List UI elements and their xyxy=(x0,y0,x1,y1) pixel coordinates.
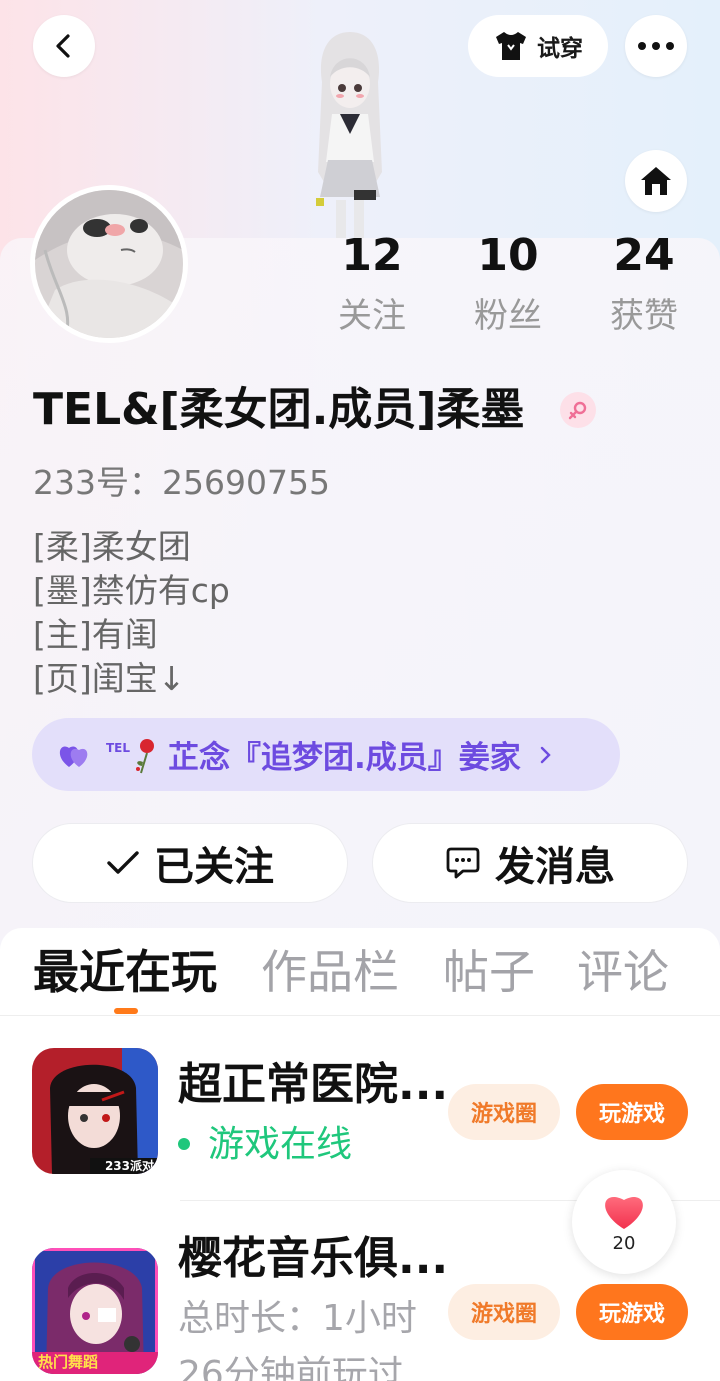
play-game-button[interactable]: 玩游戏 xyxy=(576,1084,688,1140)
game-playtime: 总时长：1小时 xyxy=(178,1298,417,1339)
game-status: 游戏在线 xyxy=(208,1124,353,1165)
tab-comments[interactable]: 评论 xyxy=(577,940,669,1004)
stat-value: 24 xyxy=(613,230,675,281)
avatar-image xyxy=(35,190,183,338)
stat-label: 粉丝 xyxy=(474,296,542,336)
stat-value: 10 xyxy=(477,230,539,281)
more-button[interactable] xyxy=(625,15,687,77)
try-on-button[interactable]: 试穿 xyxy=(468,15,608,77)
game-icon-badge: 热门舞蹈 xyxy=(38,1353,99,1371)
followed-label: 已关注 xyxy=(154,844,274,890)
home-icon xyxy=(641,167,671,195)
double-heart-icon xyxy=(59,746,88,767)
bio-line: [主]有闺 xyxy=(33,615,158,654)
game-last-played: 26分钟前玩过 xyxy=(178,1354,404,1381)
stat-following[interactable]: 12 关注 xyxy=(312,228,432,340)
rose-icon xyxy=(136,738,155,773)
online-dot xyxy=(178,1138,190,1150)
game-title[interactable]: 樱花音乐俱... xyxy=(178,1230,448,1288)
divider xyxy=(0,1015,720,1016)
heart-icon xyxy=(605,1196,643,1229)
tab-works[interactable]: 作品栏 xyxy=(261,940,399,1004)
bio-line: [页]闺宝↓ xyxy=(33,659,186,698)
try-on-label: 试穿 xyxy=(537,36,583,62)
bio-line: [墨]禁仿有cp xyxy=(33,571,230,610)
tab-recently-played[interactable]: 最近在玩 xyxy=(33,940,217,1004)
check-icon xyxy=(107,851,139,874)
play-game-button[interactable]: 玩游戏 xyxy=(576,1284,688,1340)
family-tag: TEL xyxy=(106,740,131,755)
followed-button[interactable]: 已关注 xyxy=(32,823,348,903)
active-tab-indicator xyxy=(114,1008,138,1014)
avatar-character-image xyxy=(316,32,382,238)
like-button[interactable]: 20 xyxy=(572,1170,676,1274)
more-dots-icon xyxy=(638,42,674,50)
game-circle-button[interactable]: 游戏圈 xyxy=(448,1084,560,1140)
game-icon-badge: 233派对 xyxy=(104,1159,154,1173)
game-title[interactable]: 超正常医院... xyxy=(178,1056,448,1114)
like-count: 20 xyxy=(612,1232,636,1254)
bio-line: [柔]柔女团 xyxy=(33,527,191,566)
profile-name: TEL&[柔女团.成员]柔墨 xyxy=(33,384,525,435)
back-button[interactable] xyxy=(33,15,95,77)
profile-avatar[interactable] xyxy=(30,185,188,343)
send-message-label: 发消息 xyxy=(495,844,615,890)
send-message-button[interactable]: 发消息 xyxy=(372,823,688,903)
family-link[interactable]: TEL 芷念『追梦团.成员』姜家 xyxy=(32,718,620,791)
game-circle-button[interactable]: 游戏圈 xyxy=(448,1284,560,1340)
family-name: 芷念『追梦团.成员』姜家 xyxy=(168,740,521,776)
chat-bubble-icon xyxy=(446,847,480,879)
female-icon xyxy=(560,392,596,428)
stat-fans[interactable]: 10 粉丝 xyxy=(448,228,568,340)
stat-likes[interactable]: 24 获赞 xyxy=(584,228,704,340)
profile-bio: [柔]柔女团 [墨]禁仿有cp [主]有闺 [页]闺宝↓ xyxy=(33,525,230,701)
stat-label: 获赞 xyxy=(610,296,678,336)
home-button[interactable] xyxy=(625,150,687,212)
stat-label: 关注 xyxy=(338,296,406,336)
shirt-icon xyxy=(496,32,526,60)
stat-value: 12 xyxy=(341,230,403,281)
user-id[interactable]: 233号：25690755 xyxy=(33,460,330,506)
chevron-right-icon xyxy=(540,746,551,763)
tab-posts[interactable]: 帖子 xyxy=(443,940,535,1004)
game-icon[interactable]: 热门舞蹈 xyxy=(32,1248,158,1374)
game-icon[interactable]: 233派对 xyxy=(32,1048,158,1174)
back-arrow-icon xyxy=(56,34,70,58)
